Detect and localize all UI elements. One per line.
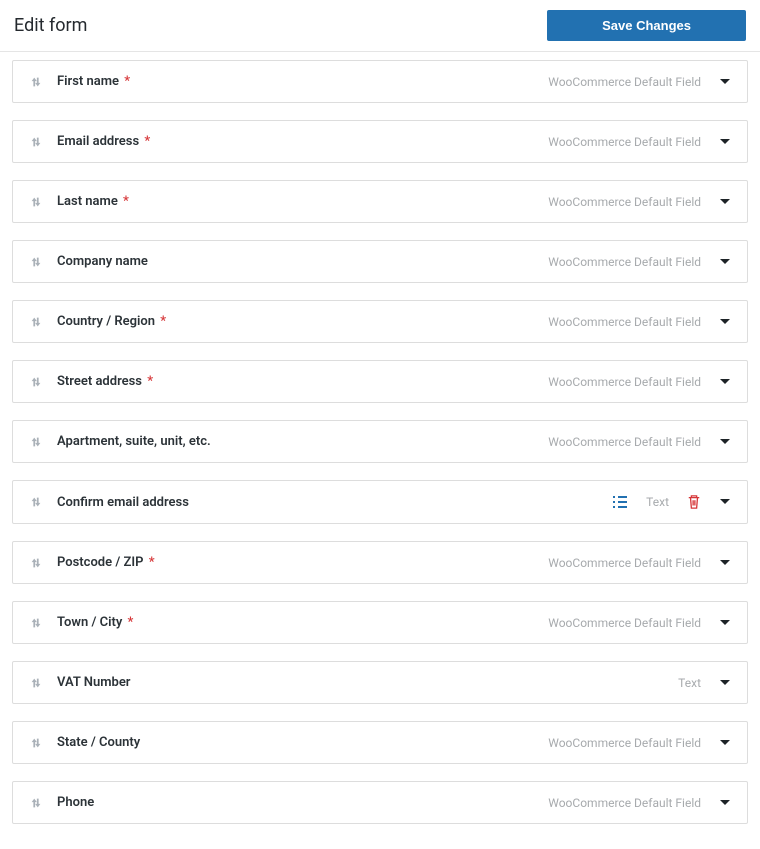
field-label: State / County — [57, 735, 548, 750]
field-type-label: Text — [646, 495, 669, 509]
chevron-down-icon[interactable] — [719, 258, 731, 266]
chevron-down-icon[interactable] — [719, 619, 731, 627]
field-label: Town / City * — [57, 615, 548, 630]
field-label: Last name * — [57, 194, 548, 209]
required-indicator: * — [145, 555, 154, 570]
field-meta: Text — [678, 676, 731, 690]
field-meta: WooCommerce Default Field — [548, 616, 731, 630]
page-title: Edit form — [14, 15, 87, 36]
field-row[interactable]: Postcode / ZIP *WooCommerce Default Fiel… — [12, 541, 748, 584]
field-row[interactable]: Town / City *WooCommerce Default Field — [12, 601, 748, 644]
field-type-label: WooCommerce Default Field — [548, 796, 701, 810]
required-indicator: * — [120, 194, 129, 209]
field-label: First name * — [57, 74, 548, 89]
field-type-label: WooCommerce Default Field — [548, 556, 701, 570]
chevron-down-icon[interactable] — [719, 438, 731, 446]
chevron-down-icon[interactable] — [719, 799, 731, 807]
chevron-down-icon[interactable] — [719, 559, 731, 567]
chevron-down-icon[interactable] — [719, 739, 731, 747]
field-meta: WooCommerce Default Field — [548, 135, 731, 149]
field-label: Confirm email address — [57, 495, 612, 510]
field-type-label: WooCommerce Default Field — [548, 435, 701, 449]
required-indicator: * — [141, 134, 150, 149]
field-meta: WooCommerce Default Field — [548, 195, 731, 209]
fields-list: First name *WooCommerce Default FieldEma… — [0, 52, 760, 849]
page-header: Edit form Save Changes — [0, 0, 760, 52]
field-label: Company name — [57, 254, 548, 269]
field-row[interactable]: Apartment, suite, unit, etc.WooCommerce … — [12, 420, 748, 463]
chevron-down-icon[interactable] — [719, 378, 731, 386]
field-type-label: WooCommerce Default Field — [548, 736, 701, 750]
field-type-label: WooCommerce Default Field — [548, 135, 701, 149]
sort-arrows-icon[interactable] — [29, 676, 43, 690]
sort-arrows-icon[interactable] — [29, 75, 43, 89]
field-meta: WooCommerce Default Field — [548, 75, 731, 89]
field-meta: WooCommerce Default Field — [548, 435, 731, 449]
field-type-label: WooCommerce Default Field — [548, 375, 701, 389]
chevron-down-icon[interactable] — [719, 78, 731, 86]
field-row[interactable]: Company nameWooCommerce Default Field — [12, 240, 748, 283]
field-meta: WooCommerce Default Field — [548, 796, 731, 810]
field-label: Postcode / ZIP * — [57, 555, 548, 570]
field-label: Phone — [57, 795, 548, 810]
field-row[interactable]: PhoneWooCommerce Default Field — [12, 781, 748, 824]
field-meta: WooCommerce Default Field — [548, 375, 731, 389]
field-row[interactable]: Street address *WooCommerce Default Fiel… — [12, 360, 748, 403]
save-changes-button[interactable]: Save Changes — [547, 10, 746, 41]
field-row[interactable]: State / CountyWooCommerce Default Field — [12, 721, 748, 764]
required-indicator: * — [121, 74, 130, 89]
sort-arrows-icon[interactable] — [29, 135, 43, 149]
field-meta: WooCommerce Default Field — [548, 736, 731, 750]
field-row[interactable]: Country / Region *WooCommerce Default Fi… — [12, 300, 748, 343]
field-type-label: Text — [678, 676, 701, 690]
field-row[interactable]: First name *WooCommerce Default Field — [12, 60, 748, 103]
sort-arrows-icon[interactable] — [29, 736, 43, 750]
sort-arrows-icon[interactable] — [29, 255, 43, 269]
field-type-label: WooCommerce Default Field — [548, 255, 701, 269]
field-type-label: WooCommerce Default Field — [548, 75, 701, 89]
field-label: Apartment, suite, unit, etc. — [57, 434, 548, 449]
field-row[interactable]: VAT NumberText — [12, 661, 748, 704]
required-indicator: * — [124, 615, 133, 630]
field-type-label: WooCommerce Default Field — [548, 616, 701, 630]
chevron-down-icon[interactable] — [719, 318, 731, 326]
field-row[interactable]: Confirm email address Text — [12, 480, 748, 524]
required-indicator: * — [157, 314, 166, 329]
sort-arrows-icon[interactable] — [29, 616, 43, 630]
field-type-label: WooCommerce Default Field — [548, 195, 701, 209]
field-meta: WooCommerce Default Field — [548, 556, 731, 570]
required-indicator: * — [144, 374, 153, 389]
field-type-label: WooCommerce Default Field — [548, 315, 701, 329]
field-label: Country / Region * — [57, 314, 548, 329]
chevron-down-icon[interactable] — [719, 138, 731, 146]
chevron-down-icon[interactable] — [719, 198, 731, 206]
field-row[interactable]: Email address *WooCommerce Default Field — [12, 120, 748, 163]
sort-arrows-icon[interactable] — [29, 556, 43, 570]
sort-arrows-icon[interactable] — [29, 315, 43, 329]
list-icon[interactable] — [612, 495, 628, 509]
field-label: Email address * — [57, 134, 548, 149]
field-meta: WooCommerce Default Field — [548, 255, 731, 269]
chevron-down-icon[interactable] — [719, 498, 731, 506]
field-meta: WooCommerce Default Field — [548, 315, 731, 329]
field-label: Street address * — [57, 374, 548, 389]
field-label: VAT Number — [57, 675, 678, 690]
sort-arrows-icon[interactable] — [29, 495, 43, 509]
chevron-down-icon[interactable] — [719, 679, 731, 687]
trash-icon[interactable] — [687, 494, 701, 510]
field-row[interactable]: Last name *WooCommerce Default Field — [12, 180, 748, 223]
sort-arrows-icon[interactable] — [29, 195, 43, 209]
sort-arrows-icon[interactable] — [29, 375, 43, 389]
sort-arrows-icon[interactable] — [29, 435, 43, 449]
sort-arrows-icon[interactable] — [29, 796, 43, 810]
field-meta: Text — [612, 494, 731, 510]
